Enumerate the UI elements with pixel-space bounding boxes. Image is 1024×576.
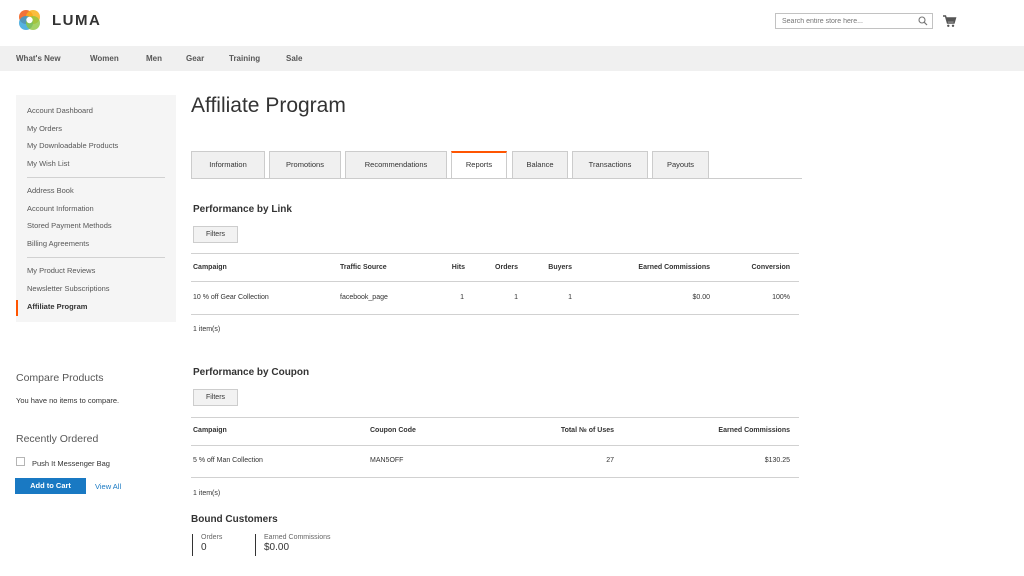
cart-icon[interactable] [942,14,957,28]
coupon-items-count: 1 item(s) [193,490,221,497]
bound-orders-label: Orders [201,534,223,541]
table-divider [191,445,799,446]
link-cell-buyers: 1 [568,294,572,301]
sidebar-item-billing-agreements[interactable]: Billing Agreements [27,239,89,248]
account-sidebar: Account Dashboard My Orders My Downloada… [16,95,176,322]
sidebar-item-account-information[interactable]: Account Information [27,204,94,213]
nav-women[interactable]: Women [90,54,119,63]
coupon-cell-coupon-code: MAN5OFF [370,457,404,464]
coupon-cell-earned-commissions: $130.25 [764,457,790,464]
table-divider [191,281,799,282]
sidebar-item-downloadable-products[interactable]: My Downloadable Products [27,141,118,150]
sidebar-item-my-orders[interactable]: My Orders [27,124,62,133]
link-col-traffic-source[interactable]: Traffic Source [340,264,387,271]
sidebar-divider [27,257,165,258]
compare-products-empty-text: You have no items to compare. [16,396,120,405]
bound-commissions-value: $0.00 [264,542,290,553]
recent-item-name: Push It Messenger Bag [32,459,110,468]
sidebar-item-address-book[interactable]: Address Book [27,186,74,195]
compare-products-title: Compare Products [16,372,104,384]
sidebar-item-product-reviews[interactable]: My Product Reviews [27,266,95,275]
store-logo[interactable]: LUMA [16,8,101,32]
link-col-campaign[interactable]: Campaign [193,264,227,271]
sidebar-item-affiliate-program[interactable]: Affiliate Program [27,302,87,311]
link-cell-hits: 1 [460,294,464,301]
link-items-count: 1 item(s) [193,326,221,333]
link-col-earned-commissions[interactable]: Earned Commissions [600,264,710,271]
coupon-col-total-uses[interactable]: Total № of Uses [514,427,614,434]
view-all-link[interactable]: View All [95,482,121,491]
nav-sale[interactable]: Sale [286,54,302,63]
add-to-cart-button[interactable]: Add to Cart [15,478,86,494]
link-col-buyers[interactable]: Buyers [532,264,572,271]
coupon-col-coupon-code[interactable]: Coupon Code [370,427,416,434]
link-cell-campaign: 10 % off Gear Collection [193,294,269,301]
sidebar-divider [27,177,165,178]
tabs-bottom-border [191,178,802,179]
logo-text: LUMA [52,11,102,29]
tab-transactions[interactable]: Transactions [572,151,648,178]
coupon-cell-total-uses: 27 [606,457,614,464]
performance-by-link-title: Performance by Link [193,204,292,215]
coupon-col-earned-commissions[interactable]: Earned Commissions [670,427,790,434]
link-col-orders[interactable]: Orders [480,264,518,271]
bound-commissions-label: Earned Commissions [264,534,331,541]
link-cell-orders: 1 [514,294,518,301]
search-icon[interactable] [918,16,928,26]
table-divider [191,417,799,418]
nav-men[interactable]: Men [146,54,162,63]
tab-balance[interactable]: Balance [512,151,568,178]
link-cell-earned-commissions: $0.00 [692,294,710,301]
tab-payouts[interactable]: Payouts [652,151,709,178]
table-divider [191,253,799,254]
table-divider [191,477,799,478]
link-cell-conversion: 100% [772,294,790,301]
search-box [775,13,933,29]
sidebar-item-account-dashboard[interactable]: Account Dashboard [27,106,93,115]
bound-orders-stat: Orders 0 [192,534,222,556]
performance-by-coupon-title: Performance by Coupon [193,367,310,378]
coupon-filters-button[interactable]: Filters [193,389,238,406]
recent-item-checkbox[interactable] [16,457,25,466]
sidebar-item-newsletter-subscriptions[interactable]: Newsletter Subscriptions [27,284,110,293]
coupon-col-campaign[interactable]: Campaign [193,427,227,434]
link-filters-button[interactable]: Filters [193,226,238,243]
nav-training[interactable]: Training [229,54,260,63]
coupon-cell-campaign: 5 % off Man Collection [193,457,263,464]
main-navigation: What's New Women Men Gear Training Sale [0,46,1024,71]
nav-gear[interactable]: Gear [186,54,204,63]
tab-promotions[interactable]: Promotions [269,151,341,178]
tab-recommendations[interactable]: Recommendations [345,151,447,178]
search-input[interactable] [776,14,912,28]
link-col-hits[interactable]: Hits [430,264,465,271]
luma-logo-icon [19,10,40,30]
page-title: Affiliate Program [191,94,346,117]
tab-information[interactable]: Information [191,151,265,178]
bound-orders-value: 0 [201,542,207,553]
bound-customers-title: Bound Customers [191,514,278,525]
nav-whats-new[interactable]: What's New [16,54,61,63]
sidebar-active-indicator [16,300,18,316]
table-divider [191,314,799,315]
page-header: LUMA [0,0,1024,46]
recently-ordered-title: Recently Ordered [16,433,99,445]
sidebar-item-wish-list[interactable]: My Wish List [27,159,70,168]
link-cell-traffic-source: facebook_page [340,294,388,301]
sidebar-item-stored-payment-methods[interactable]: Stored Payment Methods [27,221,112,230]
bound-commissions-stat: Earned Commissions $0.00 [255,534,331,556]
tab-reports[interactable]: Reports [451,151,507,179]
link-col-conversion[interactable]: Conversion [730,264,790,271]
